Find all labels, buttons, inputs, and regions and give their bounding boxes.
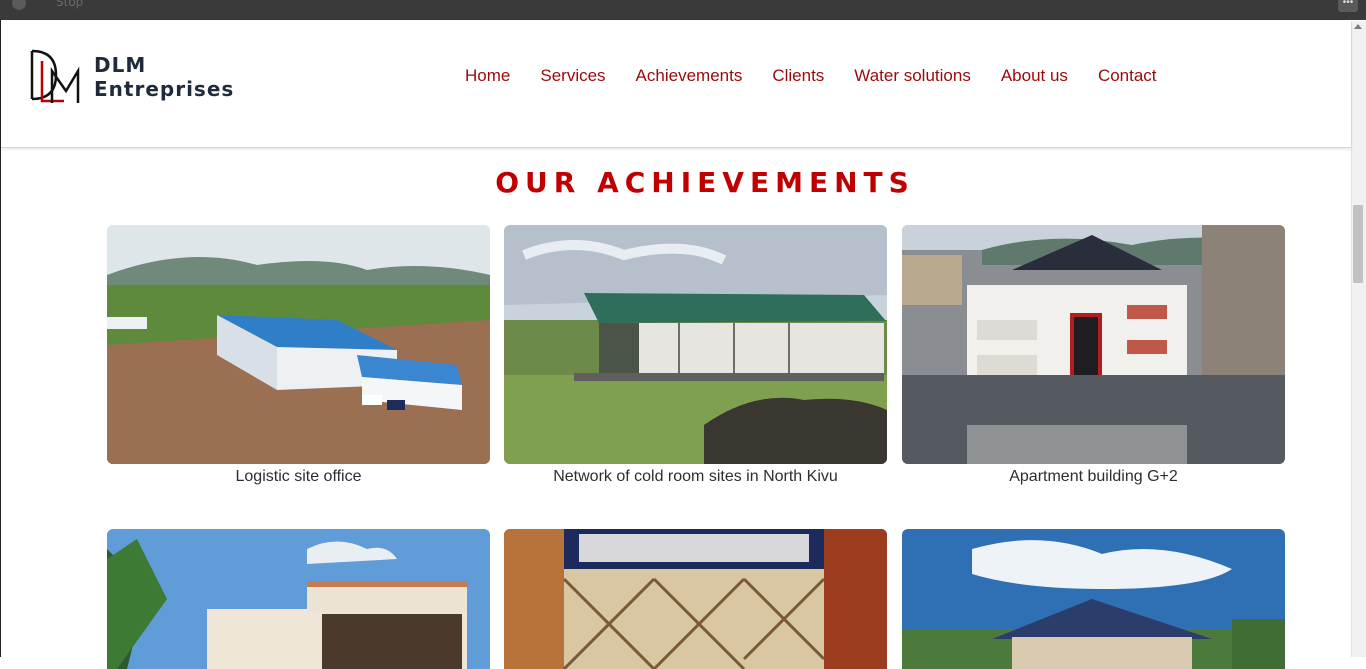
nav-water-solutions[interactable]: Water solutions — [854, 66, 971, 86]
nav-clients[interactable]: Clients — [772, 66, 824, 86]
nav-services[interactable]: Services — [540, 66, 605, 86]
achievement-card[interactable]: Apartment building G+2 — [902, 225, 1285, 486]
achievement-card[interactable]: Network of cold room sites in North Kivu — [504, 225, 887, 486]
browser-circle-icon — [12, 0, 26, 10]
achievement-card[interactable] — [902, 529, 1285, 669]
nav-about-us[interactable]: About us — [1001, 66, 1068, 86]
scroll-up-arrow-icon[interactable] — [1354, 24, 1362, 29]
achievement-caption: Logistic site office — [235, 468, 362, 485]
achievement-card[interactable] — [504, 529, 887, 669]
dlm-logo-icon[interactable] — [30, 47, 82, 107]
browser-tab-text: Stop — [56, 0, 84, 9]
browser-chrome: Stop ••• — [0, 0, 1366, 20]
brand-name[interactable]: DLM Entreprises — [94, 53, 234, 101]
wine-cellar-photo[interactable] — [504, 529, 887, 669]
residence-photo[interactable] — [902, 529, 1285, 669]
apartment-building-photo[interactable] — [902, 225, 1285, 464]
nav-home[interactable]: Home — [465, 66, 510, 86]
nav-contact[interactable]: Contact — [1098, 66, 1157, 86]
achievement-caption: Network of cold room sites in North Kivu — [553, 468, 838, 485]
modern-house-photo[interactable] — [107, 529, 490, 669]
browser-menu-icon[interactable]: ••• — [1338, 0, 1358, 12]
achievement-card[interactable]: Logistic site office — [107, 225, 490, 486]
logistic-site-photo[interactable] — [107, 225, 490, 464]
cold-room-photo[interactable] — [504, 225, 887, 464]
brand-line-1: DLM — [94, 53, 147, 77]
scrollbar-thumb[interactable] — [1353, 205, 1363, 283]
achievement-caption: Apartment building G+2 — [1009, 468, 1178, 485]
achievement-card[interactable] — [107, 529, 490, 669]
main-nav: Home Services Achievements Clients Water… — [465, 66, 1157, 86]
section-title: OUR ACHIEVEMENTS — [495, 166, 915, 199]
nav-achievements[interactable]: Achievements — [636, 66, 743, 86]
brand-line-2: Entreprises — [94, 77, 235, 101]
scrollbar[interactable] — [1351, 21, 1366, 657]
site-header: DLM Entreprises Home Services Achievemen… — [1, 21, 1351, 148]
